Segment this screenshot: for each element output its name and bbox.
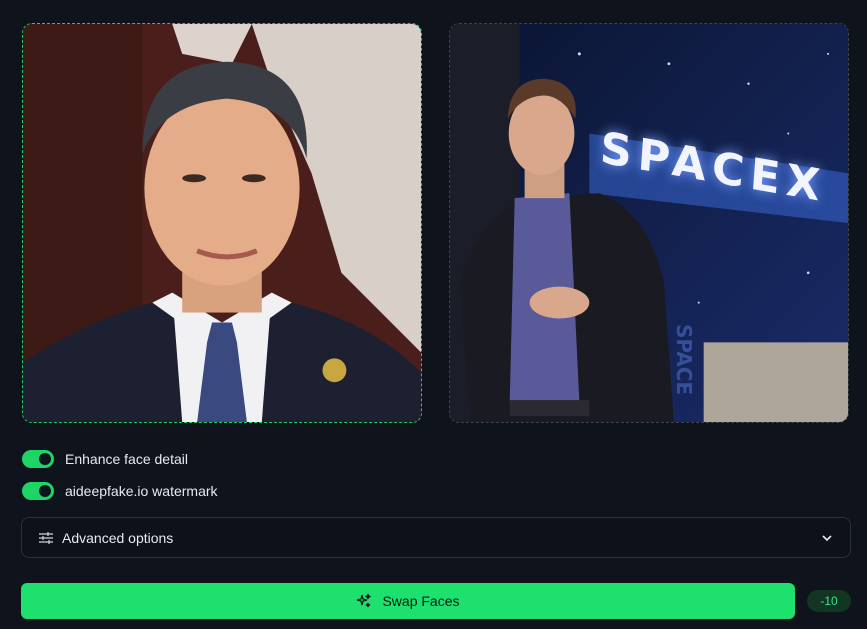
toggle-knob — [39, 453, 51, 465]
spacex-vertical-text: SPACE — [672, 324, 696, 396]
credit-cost-badge: -10 — [807, 590, 851, 612]
swap-faces-button[interactable]: Swap Faces — [21, 583, 795, 619]
swap-faces-label: Swap Faces — [382, 593, 460, 609]
advanced-options-dropdown[interactable]: Advanced options — [21, 517, 851, 558]
source-image-dropzone[interactable] — [22, 23, 422, 423]
enhance-face-label: Enhance face detail — [65, 451, 188, 467]
sparkles-icon — [356, 593, 372, 609]
sliders-icon — [38, 530, 54, 546]
watermark-toggle[interactable] — [22, 482, 54, 500]
watermark-label: aideepfake.io watermark — [65, 483, 218, 499]
enhance-face-toggle[interactable] — [22, 450, 54, 468]
target-photo: SPACEX SPACE — [450, 24, 848, 422]
enhance-face-option: Enhance face detail — [22, 449, 188, 469]
source-photo — [23, 24, 421, 422]
toggle-knob — [39, 485, 51, 497]
advanced-options-label: Advanced options — [62, 529, 174, 546]
chevron-down-icon — [820, 531, 834, 545]
watermark-option: aideepfake.io watermark — [22, 481, 218, 501]
target-image-dropzone[interactable]: SPACEX SPACE — [449, 23, 849, 423]
